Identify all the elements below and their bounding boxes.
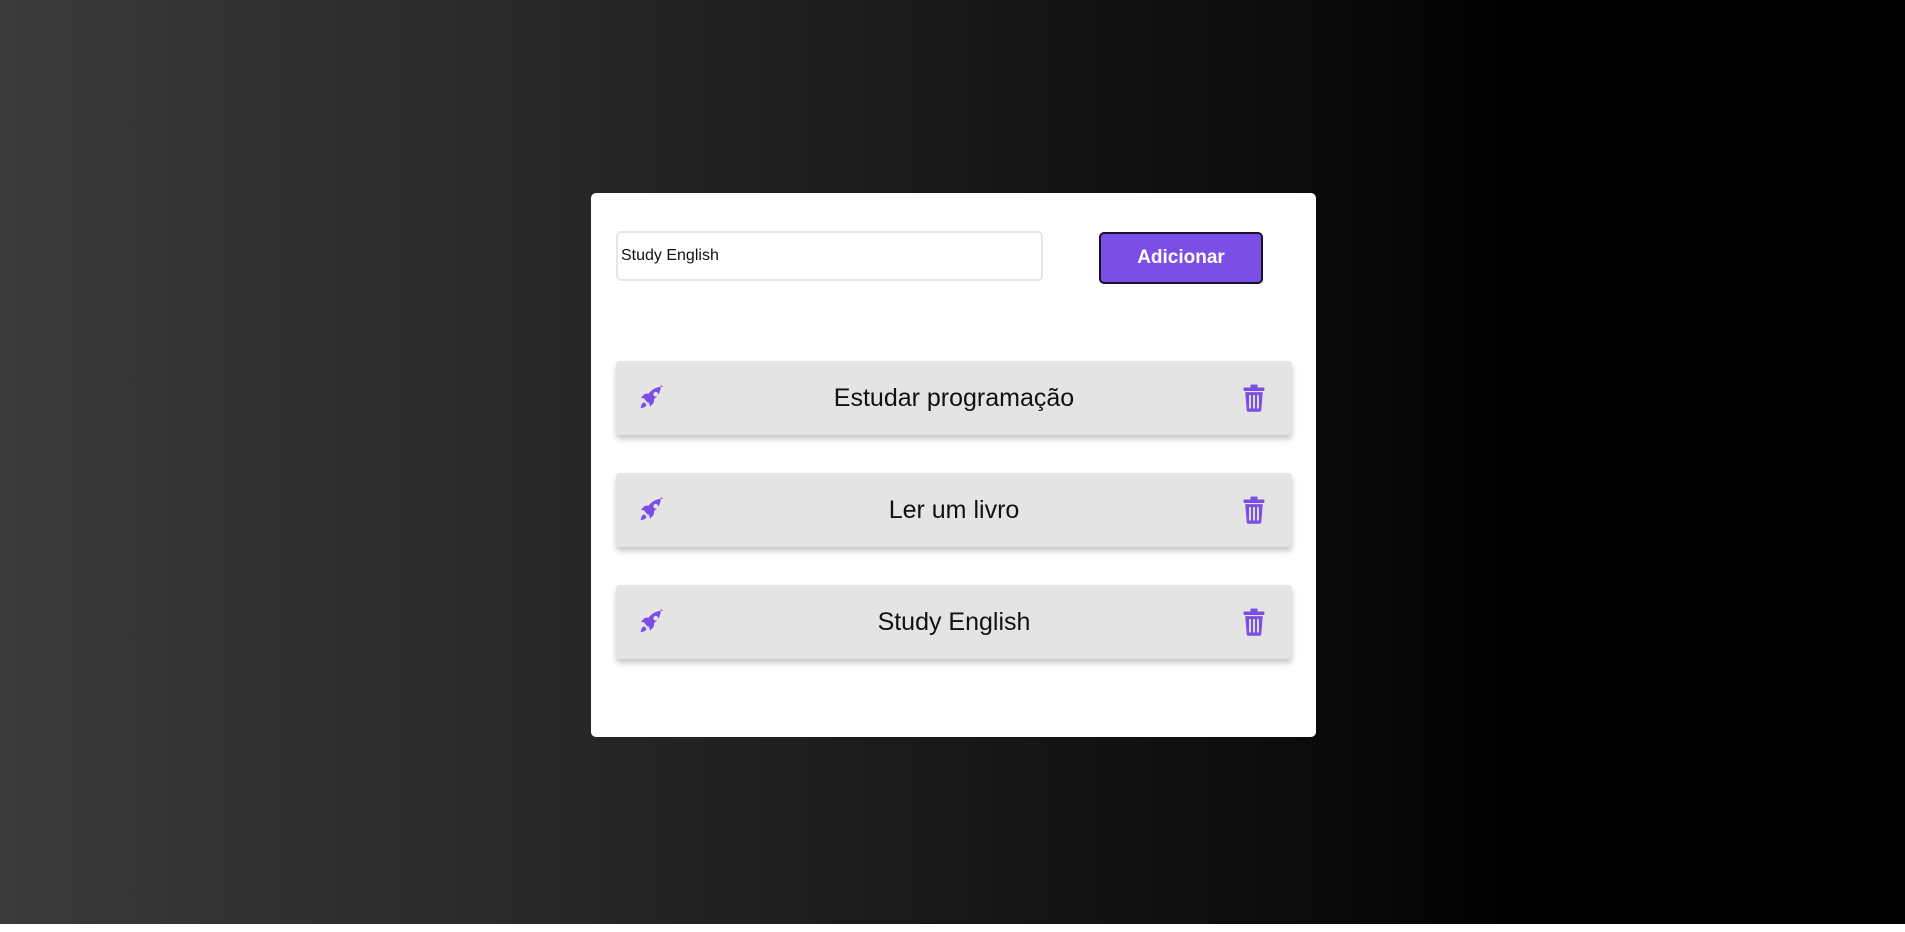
rocket-icon	[638, 384, 666, 412]
task-label: Study English	[877, 607, 1031, 636]
trash-icon[interactable]	[1242, 496, 1266, 524]
task-item: Estudar programação	[616, 361, 1292, 435]
task-item: Study English	[616, 585, 1292, 659]
todo-card: Adicionar Estudar programação	[591, 193, 1316, 737]
trash-icon[interactable]	[1242, 608, 1266, 636]
rocket-icon	[638, 608, 666, 636]
trash-icon[interactable]	[1242, 384, 1266, 412]
task-label: Ler um livro	[888, 495, 1020, 524]
rocket-icon	[638, 496, 666, 524]
add-task-button[interactable]: Adicionar	[1099, 232, 1263, 284]
task-input[interactable]	[616, 231, 1043, 281]
task-label: Estudar programação	[833, 383, 1075, 412]
task-item: Ler um livro	[616, 473, 1292, 547]
page-background: Adicionar Estudar programação	[0, 0, 1905, 924]
task-list: Estudar programação Ler um livro Study E…	[616, 361, 1292, 697]
